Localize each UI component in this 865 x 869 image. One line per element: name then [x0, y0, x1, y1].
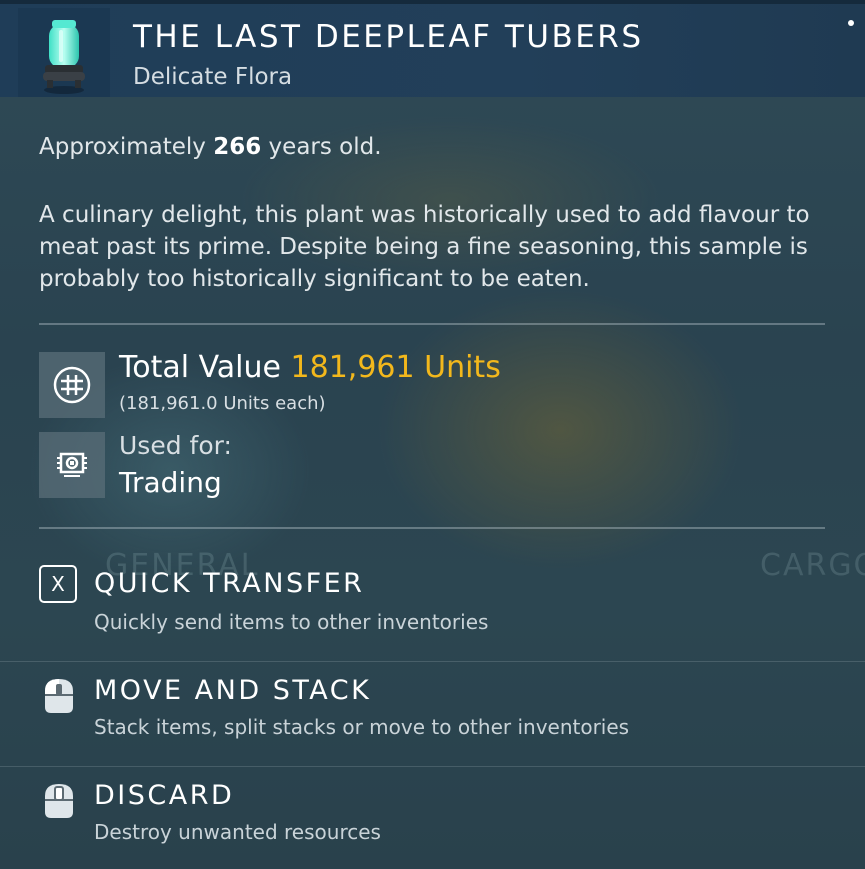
age-value: 266	[213, 134, 262, 160]
item-description: A culinary delight, this plant was histo…	[39, 202, 810, 292]
divider	[39, 527, 825, 529]
move-and-stack-action[interactable]: MOVE AND STACK Stack items, split stacks…	[0, 662, 865, 766]
quick-transfer-title: QUICK TRANSFER	[94, 568, 365, 599]
units-currency-icon	[53, 366, 91, 404]
item-category: Delicate Flora	[133, 64, 293, 90]
quick-transfer-description: Quickly send items to other inventories	[94, 610, 489, 634]
move-and-stack-description: Stack items, split stacks or move to oth…	[94, 715, 630, 739]
usage-value: Trading	[119, 466, 222, 499]
move-and-stack-title: MOVE AND STACK	[94, 675, 372, 706]
discard-title: DISCARD	[94, 780, 235, 811]
usage-icon-box	[39, 432, 105, 498]
total-value-amount: 181,961 Units	[290, 350, 501, 385]
value-icon-box	[39, 352, 105, 418]
usage-label: Used for:	[119, 431, 232, 460]
item-header: THE LAST DEEPLEAF TUBERS Delicate Flora	[0, 0, 865, 97]
value-each: (181,961.0 Units each)	[119, 393, 326, 414]
glowing-capsule-icon	[43, 20, 85, 94]
mouse-middle-click-icon	[45, 784, 73, 818]
total-value: Total Value 181,961 Units	[119, 350, 501, 385]
x-key-icon[interactable]: X	[39, 565, 77, 603]
discard-description: Destroy unwanted resources	[94, 820, 381, 844]
trading-chip-icon	[57, 452, 87, 477]
quick-transfer-action[interactable]: QUICK TRANSFER Quickly send items to oth…	[0, 556, 865, 660]
status-dot	[848, 20, 854, 26]
item-title: THE LAST DEEPLEAF TUBERS	[133, 19, 644, 55]
discard-action[interactable]: DISCARD Destroy unwanted resources	[0, 767, 865, 869]
item-icon-frame	[18, 8, 110, 97]
mouse-left-click-icon	[45, 679, 73, 713]
divider	[39, 323, 825, 325]
item-age: Approximately 266 years old.	[39, 134, 382, 160]
